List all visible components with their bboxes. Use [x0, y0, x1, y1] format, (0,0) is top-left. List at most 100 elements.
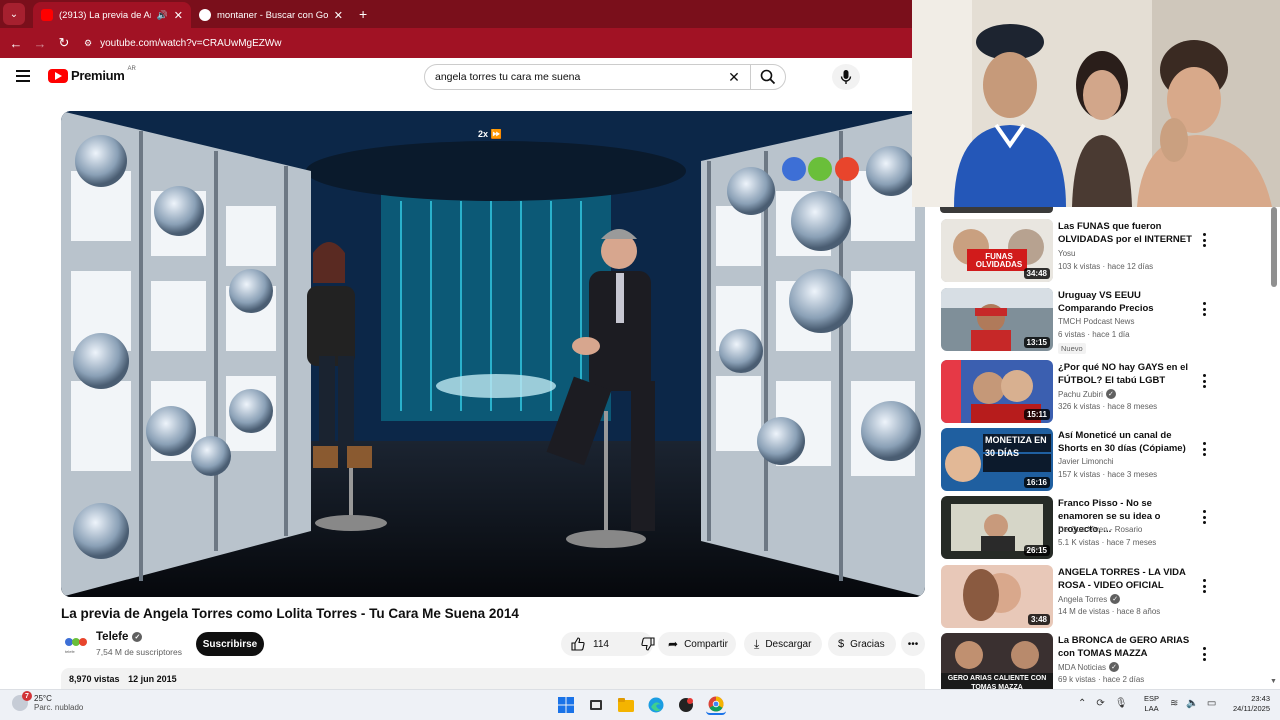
- download-button[interactable]: ⤓ Descargar: [744, 632, 822, 656]
- recommendation-channel[interactable]: TMCH Podcast News: [1058, 317, 1134, 326]
- recommendation-meta: 326 k vistas · hace 8 meses: [1058, 402, 1158, 411]
- tab-search-button[interactable]: ⌄: [3, 3, 25, 25]
- youtube-logo[interactable]: Premium AR: [48, 66, 136, 83]
- like-button[interactable]: 114: [561, 632, 619, 656]
- recommendation-channel[interactable]: Yosu: [1058, 249, 1076, 258]
- recommendation-item[interactable]: 13:15 Uruguay VS EEUU Comparando Precios…: [940, 288, 1270, 354]
- temperature: 25°C: [34, 694, 52, 703]
- chrome-icon[interactable]: [706, 695, 726, 715]
- taskbar-apps: [556, 695, 726, 715]
- video-player[interactable]: [61, 111, 925, 597]
- back-icon[interactable]: ←: [4, 36, 28, 51]
- sync-icon[interactable]: ⟳: [1096, 698, 1104, 709]
- recommendation-item[interactable]: GERO ARIAS CALIENTE CON TOMAS MAZZA La B…: [940, 633, 1270, 689]
- video-thumbnail[interactable]: 15:11: [941, 360, 1053, 423]
- task-view-icon[interactable]: [586, 695, 606, 715]
- reload-icon[interactable]: ↻: [52, 35, 76, 51]
- recommendation-item[interactable]: MONETIZA EN 30 DÍAS 16:16 Así Moneticé u…: [940, 428, 1270, 492]
- video-thumbnail[interactable]: MONETIZA EN 30 DÍAS 16:16: [941, 428, 1053, 491]
- like-dislike-group: 114: [561, 632, 655, 656]
- thumbnail-overlay-text: GERO ARIAS CALIENTE CON TOMAS MAZZA: [947, 675, 1047, 689]
- edge-browser-icon[interactable]: [646, 695, 666, 715]
- video-thumbnail[interactable]: 3:48: [941, 565, 1053, 628]
- recommendation-item[interactable]: 3:48 ANGELA TORRES - LA VIDA ROSA - VIDE…: [940, 565, 1270, 629]
- more-actions-icon[interactable]: •••: [901, 632, 925, 656]
- recommendation-channel[interactable]: Angela Torres ✓: [1058, 594, 1121, 604]
- tab-title: (2913) La previa de Angela: [59, 9, 151, 21]
- view-count: 8,970 vistas: [69, 674, 120, 684]
- video-thumbnail[interactable]: 13:15: [941, 288, 1053, 351]
- search-input[interactable]: angela torres tu cara me suena: [425, 71, 722, 83]
- media-app-icon[interactable]: [676, 695, 696, 715]
- recommendation-item[interactable]: 15:11 ¿Por qué NO hay GAYS en el FÚTBOL?…: [940, 360, 1270, 424]
- file-explorer-icon[interactable]: [616, 695, 636, 715]
- recommendation-channel[interactable]: De Que Viven - Rosario: [1058, 525, 1142, 534]
- address-bar-row: ← → ↻ ⚙ youtube.com/watch?v=CRAUwMgEZWw: [0, 28, 912, 58]
- recommendation-title[interactable]: Así Moneticé un canal de Shorts en 30 dí…: [1058, 429, 1198, 455]
- recommendation-title[interactable]: ¿Por qué NO hay GAYS en el FÚTBOL? El ta…: [1058, 361, 1198, 387]
- more-options-icon[interactable]: [1200, 442, 1208, 456]
- recommendation-meta: 14 M de vistas · hace 8 años: [1058, 607, 1161, 616]
- page-scrollbar[interactable]: [1271, 207, 1277, 287]
- thumbnail-overlay-text: MONETIZA EN 30 DÍAS: [985, 435, 1047, 458]
- recommendation-channel[interactable]: Javier Limonchi: [1058, 457, 1114, 466]
- more-options-icon[interactable]: [1200, 302, 1208, 316]
- recommendation-title[interactable]: Las FUNAS que fueron OLVIDADAS por el IN…: [1058, 220, 1198, 246]
- speaker-icon[interactable]: 🔊: [157, 10, 168, 21]
- weather-widget[interactable]: 7 25°C Parc. nublado: [12, 691, 83, 712]
- tab-youtube[interactable]: (2913) La previa de Angela 🔊 ✕: [33, 2, 191, 28]
- subscribe-button[interactable]: Suscribirse: [196, 632, 264, 656]
- tab-close-icon[interactable]: ✕: [334, 9, 343, 22]
- recommendation-channel[interactable]: MDA Noticias ✓: [1058, 662, 1120, 672]
- video-thumbnail[interactable]: GERO ARIAS CALIENTE CON TOMAS MAZZA: [941, 633, 1053, 689]
- clock[interactable]: 23:43 24/11/2025: [1226, 694, 1270, 714]
- more-options-icon[interactable]: [1200, 579, 1208, 593]
- video-duration: 15:11: [1023, 409, 1050, 420]
- microphone-tray-icon[interactable]: 🎙: [1115, 698, 1128, 709]
- recommendation-item[interactable]: FUNAS OLVIDADAS 34:48 Las FUNAS que fuer…: [940, 219, 1270, 283]
- channel-row: telefe Telefe ✓ 7,54 M de suscriptores S…: [61, 630, 925, 660]
- channel-avatar-label: telefe: [65, 649, 75, 654]
- more-options-icon[interactable]: [1200, 374, 1208, 388]
- language-indicator[interactable]: ESP LAA: [1144, 694, 1159, 714]
- search-icon[interactable]: [751, 65, 785, 89]
- new-tab-icon[interactable]: +: [359, 6, 367, 22]
- verified-icon: ✓: [1105, 389, 1116, 399]
- tab-close-icon[interactable]: ✕: [174, 9, 183, 22]
- download-icon: ⤓: [754, 636, 760, 651]
- recommendation-title[interactable]: La BRONCA de GERO ARIAS con TOMAS MAZZA: [1058, 634, 1198, 660]
- scroll-down-arrow-icon[interactable]: ▼: [1270, 678, 1277, 685]
- more-options-icon[interactable]: [1200, 510, 1208, 524]
- microphone-icon[interactable]: [832, 64, 860, 90]
- search-box[interactable]: angela torres tu cara me suena ✕: [424, 64, 786, 90]
- thanks-button[interactable]: $ Gracias: [828, 632, 896, 656]
- url-field[interactable]: ⚙ youtube.com/watch?v=CRAUwMgEZWw: [84, 38, 282, 49]
- share-icon: ➦: [668, 637, 679, 651]
- forward-icon[interactable]: →: [28, 36, 52, 51]
- video-thumbnail[interactable]: 26:15: [941, 496, 1053, 559]
- recommendation-meta: 103 k vistas · hace 12 días: [1058, 262, 1154, 271]
- channel-name[interactable]: Telefe ✓: [96, 631, 143, 643]
- menu-icon[interactable]: [16, 70, 30, 82]
- recommendation-channel[interactable]: Pachu Zubiri ✓: [1058, 389, 1116, 399]
- recommendation-title[interactable]: ANGELA TORRES - LA VIDA ROSA - VIDEO OFI…: [1058, 566, 1198, 592]
- video-duration: 3:48: [1027, 614, 1050, 625]
- share-button[interactable]: ➦ Compartir: [658, 632, 736, 656]
- more-options-icon[interactable]: [1200, 647, 1208, 661]
- subscriber-count: 7,54 M de suscriptores: [96, 647, 182, 657]
- show-hidden-icons-icon[interactable]: ⌃: [1078, 698, 1086, 709]
- clear-search-icon[interactable]: ✕: [722, 69, 746, 86]
- verified-icon: ✓: [1109, 662, 1120, 672]
- recommendation-item[interactable]: 26:15 Franco Pisso - No se enamoren se s…: [940, 496, 1270, 560]
- tab-title: montaner - Buscar con Google: [217, 9, 328, 21]
- more-options-icon[interactable]: [1200, 233, 1208, 247]
- cloud-icon: 7: [12, 691, 32, 711]
- quick-settings[interactable]: ≋ 🔈 ▭: [1170, 698, 1216, 709]
- recommendation-title[interactable]: Uruguay VS EEUU Comparando Precios: [1058, 289, 1198, 315]
- tab-google[interactable]: montaner - Buscar con Google ✕: [191, 2, 351, 28]
- site-info-icon[interactable]: ⚙: [84, 38, 92, 49]
- channel-avatar[interactable]: telefe: [63, 632, 89, 658]
- video-thumbnail[interactable]: FUNAS OLVIDADAS 34:48: [941, 219, 1053, 282]
- windows-start-icon[interactable]: [556, 695, 576, 715]
- recommendation-meta: 157 k vistas · hace 3 meses: [1058, 470, 1158, 479]
